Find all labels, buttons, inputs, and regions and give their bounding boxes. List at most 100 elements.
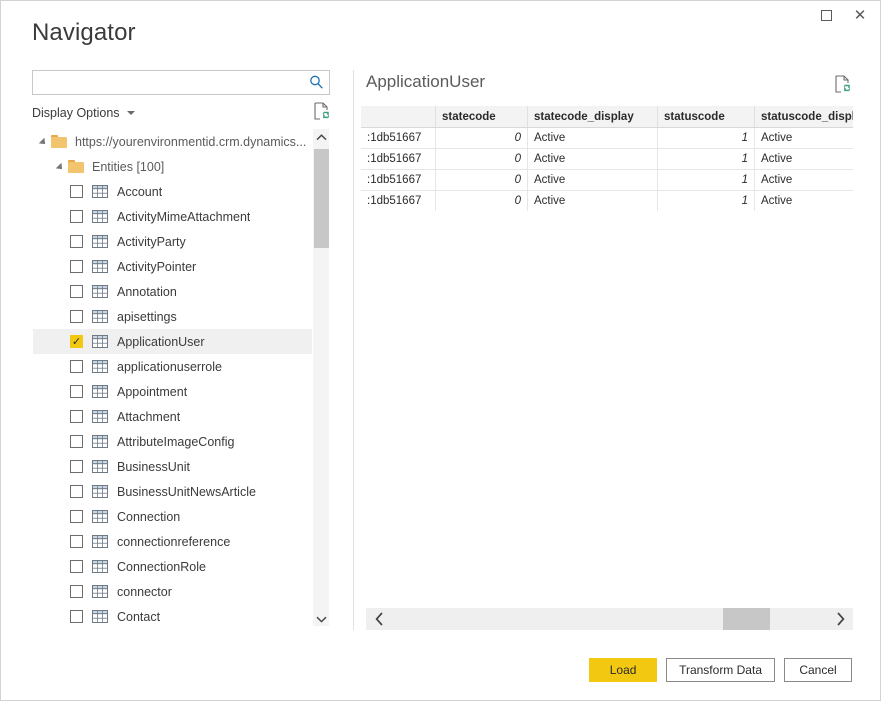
tree-item-label: connector [117,584,172,599]
entity-checkbox[interactable] [70,610,83,623]
tree-item-row[interactable]: applicationuserrole [33,354,329,379]
chevron-down-icon [126,111,135,115]
table-cell: 0 [435,127,528,149]
chevron-up-icon[interactable] [313,129,329,146]
folder-icon [68,160,84,173]
entity-checkbox[interactable] [70,460,83,473]
tree-item-row[interactable]: BusinessUnit [33,454,329,479]
tree-item-row[interactable]: ActivityPointer [33,254,329,279]
column-header[interactable]: statecode [435,106,528,128]
table-body: :1db51667 0 Active 1 Active:1db51667 0 Active 1… [361,127,853,211]
entity-checkbox[interactable] [70,310,83,323]
panel-divider [353,70,354,630]
tree-folder-row[interactable]: Entities [100] [33,154,329,179]
tree-item-row[interactable]: apisettings [33,304,329,329]
table-icon [92,235,108,248]
preview-title: ApplicationUser [366,72,486,91]
tree-item-row[interactable]: Attachment [33,404,329,429]
table-cell: Active [754,190,853,211]
entity-checkbox[interactable] [70,435,83,448]
tree-scrollbar-thumb[interactable] [314,149,329,248]
tree-folder-row[interactable]: https://yourenvironmentid.crm.dynamics..… [33,129,329,154]
entity-checkbox[interactable]: ✓ [70,335,83,348]
table-cell: 1 [657,148,755,170]
entity-checkbox[interactable] [70,285,83,298]
table-icon [92,360,108,373]
tree-item-row[interactable]: Account [33,179,329,204]
tree-item-row[interactable]: Annotation [33,279,329,304]
expand-collapse-icon[interactable] [38,137,48,147]
table-row[interactable]: :1db51667 0 Active 1 Active [361,190,853,211]
tree-item-label: BusinessUnit [117,459,190,474]
tree-item-label: BusinessUnitNewsArticle [117,484,256,499]
tree-item-row[interactable]: Connection [33,504,329,529]
tree-item-row[interactable]: Contact [33,604,329,626]
table-cell: Active [527,190,658,211]
column-header[interactable] [361,106,436,128]
page-title: Navigator [32,19,136,46]
entity-checkbox[interactable] [70,585,83,598]
table-icon [92,510,108,523]
table-cell: Active [754,148,853,170]
tree-item-row[interactable]: ActivityMimeAttachment [33,204,329,229]
entity-checkbox[interactable] [70,260,83,273]
table-cell: Active [754,169,853,191]
refresh-document-icon[interactable] [833,74,853,96]
tree-vertical-scrollbar[interactable] [312,129,329,626]
expand-collapse-icon[interactable] [55,162,65,172]
tree-item-label: Connection [117,509,181,524]
display-options-dropdown[interactable]: Display Options [32,103,135,123]
entity-checkbox[interactable] [70,185,83,198]
refresh-document-icon[interactable] [312,101,332,123]
column-header[interactable]: statuscode_display [754,106,853,128]
entity-checkbox[interactable] [70,535,83,548]
tree-item-label: applicationuserrole [117,359,222,374]
column-header[interactable]: statuscode [657,106,755,128]
entity-checkbox[interactable] [70,560,83,573]
tree-item-label: ActivityParty [117,234,186,249]
tree-item-row[interactable]: connector [33,579,329,604]
entity-checkbox[interactable] [70,385,83,398]
entity-checkbox[interactable] [70,360,83,373]
tree-item-row[interactable]: ✓ ApplicationUser [33,329,329,354]
table-cell: 0 [435,169,528,191]
check-icon: ✓ [71,335,82,348]
chevron-right-icon[interactable] [827,608,853,630]
table-row[interactable]: :1db51667 0 Active 1 Active [361,169,853,191]
preview-horizontal-scrollbar[interactable] [366,608,853,630]
tree-item-row[interactable]: ActivityParty [33,229,329,254]
table-icon [92,285,108,298]
chevron-left-icon[interactable] [366,608,392,630]
entity-checkbox[interactable] [70,485,83,498]
table-icon [92,460,108,473]
table-icon [92,535,108,548]
entity-checkbox[interactable] [70,410,83,423]
tree-item-label: Annotation [117,284,177,299]
table-icon [92,560,108,573]
navigator-dialog: ✕ Navigator Display Options https://your… [0,0,881,701]
preview-grid[interactable]: statecode statecode_display statuscode stat… [361,106,853,211]
table-row[interactable]: :1db51667 0 Active 1 Active [361,148,853,170]
tree-item-row[interactable]: connectionreference [33,529,329,554]
transform-data-button[interactable]: Transform Data [666,658,775,682]
tree-item-row[interactable]: AttributeImageConfig [33,429,329,454]
table-cell: :1db51667 [361,148,436,170]
cancel-button[interactable]: Cancel [784,658,852,682]
entity-tree[interactable]: https://yourenvironmentid.crm.dynamics..… [32,128,330,627]
column-header[interactable]: statecode_display [527,106,658,128]
tree-item-row[interactable]: Appointment [33,379,329,404]
table-cell: Active [527,148,658,170]
tree-item-row[interactable]: BusinessUnitNewsArticle [33,479,329,504]
table-row[interactable]: :1db51667 0 Active 1 Active [361,127,853,149]
load-button[interactable]: Load [589,658,658,682]
search-box[interactable] [32,70,330,96]
entity-checkbox[interactable] [70,510,83,523]
chevron-down-icon[interactable] [313,611,329,626]
maximize-button[interactable] [810,1,842,29]
entity-checkbox[interactable] [70,235,83,248]
tree-item-row[interactable]: ConnectionRole [33,554,329,579]
entity-checkbox[interactable] [70,210,83,223]
search-input[interactable] [38,71,307,96]
close-button[interactable]: ✕ [844,1,876,29]
horizontal-scrollbar-thumb[interactable] [723,608,770,630]
